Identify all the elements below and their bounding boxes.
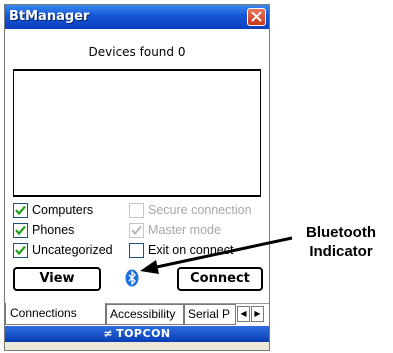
check-icon <box>15 225 26 236</box>
secure-connection-checkbox <box>129 203 144 218</box>
bt-manager-window: BtManager Devices found 0 Computers Phon… <box>4 4 270 351</box>
tab-serial[interactable]: Serial P <box>184 304 236 325</box>
device-list[interactable] <box>13 69 261 197</box>
close-button[interactable] <box>247 8 266 26</box>
close-icon <box>251 12 262 22</box>
window-title: BtManager <box>9 9 90 24</box>
tab-scroll-right-icon[interactable]: ▶ <box>251 306 264 322</box>
phones-label: Phones <box>32 223 75 237</box>
topcon-logo-icon: ≠ <box>103 327 114 340</box>
secure-connection-label: Secure connection <box>148 203 252 217</box>
annotation-label: Bluetooth Indicator <box>291 223 391 261</box>
uncategorized-label: Uncategorized <box>32 243 113 257</box>
annotation-line2: Indicator <box>309 243 373 260</box>
annotation-line1: Bluetooth <box>306 224 376 241</box>
tab-scroll-left-icon[interactable]: ◀ <box>237 306 250 322</box>
secure-connection-option: Secure connection <box>129 203 265 219</box>
phones-option[interactable]: Phones <box>13 223 128 239</box>
computers-checkbox[interactable] <box>13 203 28 218</box>
annotation-arrow <box>140 236 293 274</box>
devices-found-label: Devices found 0 <box>88 45 186 59</box>
phones-checkbox[interactable] <box>13 223 28 238</box>
view-button[interactable]: View <box>13 267 101 291</box>
tab-accessibility[interactable]: Accessibility <box>106 304 184 325</box>
title-bar[interactable]: BtManager <box>5 5 269 29</box>
uncategorized-checkbox[interactable] <box>13 243 28 258</box>
tab-strip: Connections Accessibility Serial P ◀ ▶ <box>5 303 269 325</box>
tab-connections[interactable]: Connections <box>5 303 106 325</box>
uncategorized-option[interactable]: Uncategorized <box>13 243 128 259</box>
computers-label: Computers <box>32 203 94 217</box>
brand-bar: ≠ TOPCON <box>5 326 269 342</box>
brand-name: TOPCON <box>116 327 171 340</box>
check-icon <box>15 205 26 216</box>
main-panel: Devices found 0 Computers Phones Uncateg… <box>5 29 269 326</box>
check-icon <box>15 245 26 256</box>
computers-option[interactable]: Computers <box>13 203 128 219</box>
